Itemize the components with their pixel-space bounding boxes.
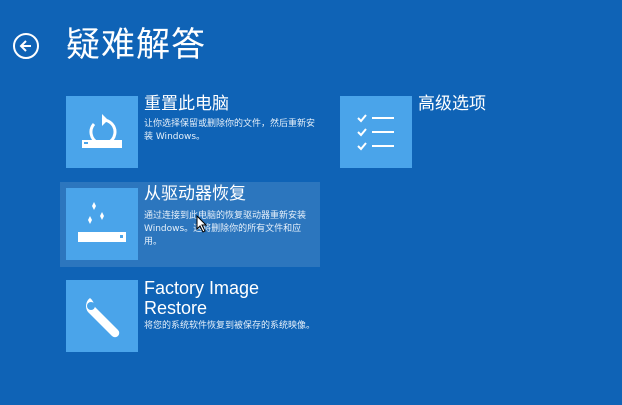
- recovery-drive-icon: [66, 188, 138, 260]
- checklist-icon: [340, 96, 412, 168]
- back-button[interactable]: [13, 33, 39, 59]
- option-advanced-options[interactable]: 高级选项: [336, 92, 536, 174]
- option-description: 让你选择保留或删除你的文件，然后重新安装 Windows。: [144, 119, 316, 142]
- mouse-cursor-icon: [196, 215, 208, 233]
- option-title: 重置此电脑: [144, 94, 229, 114]
- option-reset-pc[interactable]: 重置此电脑 让你选择保留或删除你的文件，然后重新安装 Windows。: [62, 92, 320, 174]
- back-arrow-icon: [19, 40, 31, 52]
- option-description: 通过连接到此电脑的恢复驱动器重新安装 Windows。这将删除你的所有文件和应用…: [144, 211, 307, 247]
- option-recover-from-drive[interactable]: 从驱动器恢复 通过连接到此电脑的恢复驱动器重新安装 Windows。这将删除你的…: [60, 182, 320, 267]
- reset-pc-icon: [66, 96, 138, 168]
- option-title: Factory Image Restore: [144, 278, 260, 318]
- option-factory-image-restore[interactable]: Factory Image Restore 将您的系统软件恢复到被保存的系统映像…: [62, 276, 320, 358]
- option-title: 高级选项: [418, 94, 486, 114]
- wrench-icon: [66, 280, 138, 352]
- option-title: 从驱动器恢复: [144, 184, 246, 204]
- page-title: 疑难解答: [66, 25, 206, 65]
- option-description: 将您的系统软件恢复到被保存的系统映像。: [144, 321, 316, 331]
